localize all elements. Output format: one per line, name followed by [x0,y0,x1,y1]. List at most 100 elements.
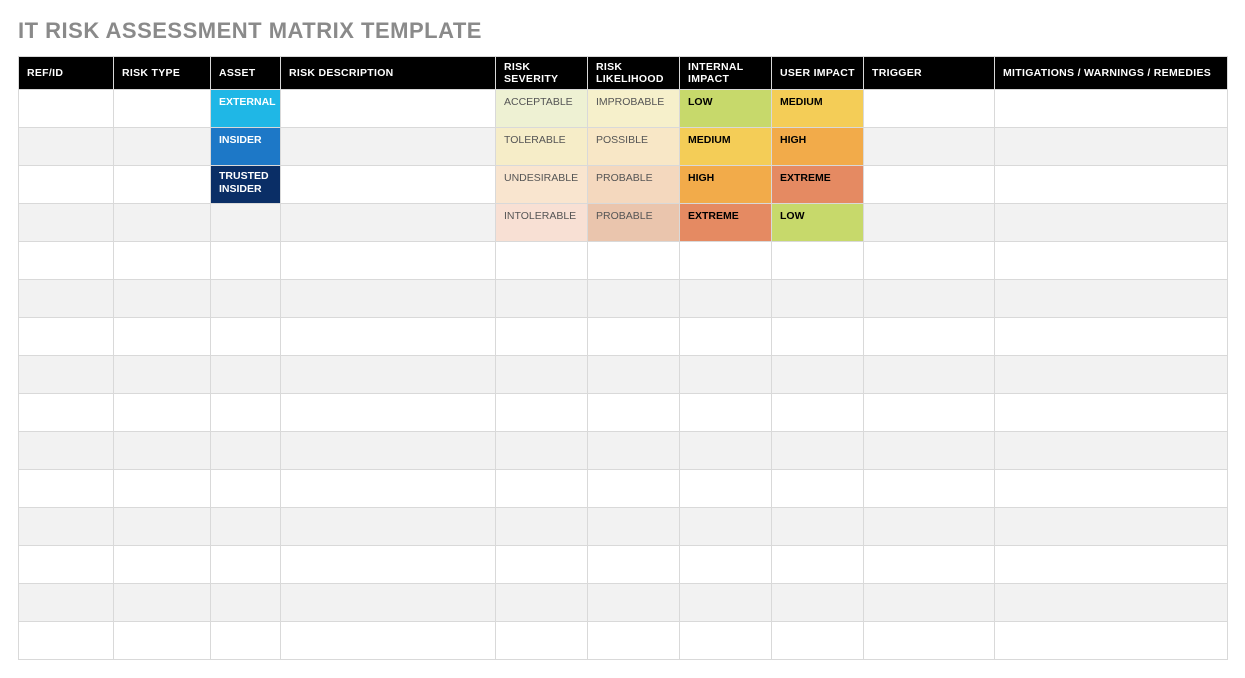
cell-empty[interactable] [211,318,281,356]
cell-empty[interactable] [772,508,864,546]
cell-empty[interactable] [772,280,864,318]
cell-empty[interactable] [114,356,211,394]
cell-user[interactable]: LOW [772,204,864,242]
cell-empty[interactable] [114,546,211,584]
cell-empty[interactable] [995,508,1228,546]
cell-refid[interactable] [19,166,114,204]
cell-empty[interactable] [772,242,864,280]
cell-empty[interactable] [496,508,588,546]
cell-empty[interactable] [772,432,864,470]
cell-empty[interactable] [680,622,772,660]
cell-empty[interactable] [211,356,281,394]
cell-empty[interactable] [995,584,1228,622]
cell-empty[interactable] [496,584,588,622]
cell-empty[interactable] [588,546,680,584]
cell-empty[interactable] [19,280,114,318]
cell-empty[interactable] [588,584,680,622]
cell-riskdesc[interactable] [281,90,496,128]
cell-empty[interactable] [995,432,1228,470]
cell-empty[interactable] [864,470,995,508]
cell-riskdesc[interactable] [281,204,496,242]
cell-empty[interactable] [772,622,864,660]
cell-empty[interactable] [588,318,680,356]
cell-empty[interactable] [211,584,281,622]
cell-empty[interactable] [496,280,588,318]
cell-empty[interactable] [281,584,496,622]
cell-empty[interactable] [864,432,995,470]
cell-empty[interactable] [114,242,211,280]
cell-empty[interactable] [680,318,772,356]
cell-empty[interactable] [995,470,1228,508]
cell-refid[interactable] [19,204,114,242]
cell-empty[interactable] [281,622,496,660]
cell-refid[interactable] [19,128,114,166]
cell-risktype[interactable] [114,204,211,242]
cell-empty[interactable] [19,432,114,470]
cell-trigger[interactable] [864,128,995,166]
cell-empty[interactable] [772,394,864,432]
cell-empty[interactable] [19,584,114,622]
cell-empty[interactable] [19,242,114,280]
cell-empty[interactable] [281,356,496,394]
cell-empty[interactable] [588,470,680,508]
cell-internal[interactable]: HIGH [680,166,772,204]
cell-empty[interactable] [995,318,1228,356]
cell-asset[interactable]: INSIDER [211,128,281,166]
cell-empty[interactable] [281,242,496,280]
cell-empty[interactable] [281,432,496,470]
cell-empty[interactable] [995,546,1228,584]
cell-empty[interactable] [680,546,772,584]
cell-empty[interactable] [281,394,496,432]
cell-empty[interactable] [680,508,772,546]
cell-empty[interactable] [995,242,1228,280]
cell-empty[interactable] [680,356,772,394]
cell-empty[interactable] [864,546,995,584]
cell-empty[interactable] [864,242,995,280]
cell-risktype[interactable] [114,128,211,166]
cell-empty[interactable] [19,356,114,394]
cell-empty[interactable] [680,584,772,622]
cell-severity[interactable]: TOLERABLE [496,128,588,166]
cell-internal[interactable]: EXTREME [680,204,772,242]
cell-empty[interactable] [281,318,496,356]
cell-empty[interactable] [588,280,680,318]
cell-likely[interactable]: IMPROBABLE [588,90,680,128]
cell-empty[interactable] [995,280,1228,318]
cell-mit[interactable] [995,90,1228,128]
cell-risktype[interactable] [114,166,211,204]
cell-empty[interactable] [114,394,211,432]
cell-mit[interactable] [995,166,1228,204]
cell-severity[interactable]: UNDESIRABLE [496,166,588,204]
cell-empty[interactable] [496,356,588,394]
cell-empty[interactable] [772,584,864,622]
cell-asset[interactable] [211,204,281,242]
cell-empty[interactable] [588,394,680,432]
cell-severity[interactable]: INTOLERABLE [496,204,588,242]
cell-empty[interactable] [680,394,772,432]
cell-empty[interactable] [864,280,995,318]
cell-empty[interactable] [588,508,680,546]
cell-empty[interactable] [995,394,1228,432]
cell-empty[interactable] [496,470,588,508]
cell-empty[interactable] [680,280,772,318]
cell-empty[interactable] [19,508,114,546]
cell-riskdesc[interactable] [281,128,496,166]
cell-empty[interactable] [211,508,281,546]
cell-empty[interactable] [211,470,281,508]
cell-user[interactable]: HIGH [772,128,864,166]
cell-empty[interactable] [588,356,680,394]
cell-user[interactable]: EXTREME [772,166,864,204]
cell-empty[interactable] [680,432,772,470]
cell-empty[interactable] [19,394,114,432]
cell-risktype[interactable] [114,90,211,128]
cell-empty[interactable] [281,280,496,318]
cell-empty[interactable] [211,242,281,280]
cell-empty[interactable] [772,470,864,508]
cell-empty[interactable] [281,508,496,546]
cell-internal[interactable]: LOW [680,90,772,128]
cell-empty[interactable] [864,356,995,394]
cell-empty[interactable] [114,280,211,318]
cell-empty[interactable] [211,546,281,584]
cell-empty[interactable] [211,432,281,470]
cell-empty[interactable] [772,356,864,394]
